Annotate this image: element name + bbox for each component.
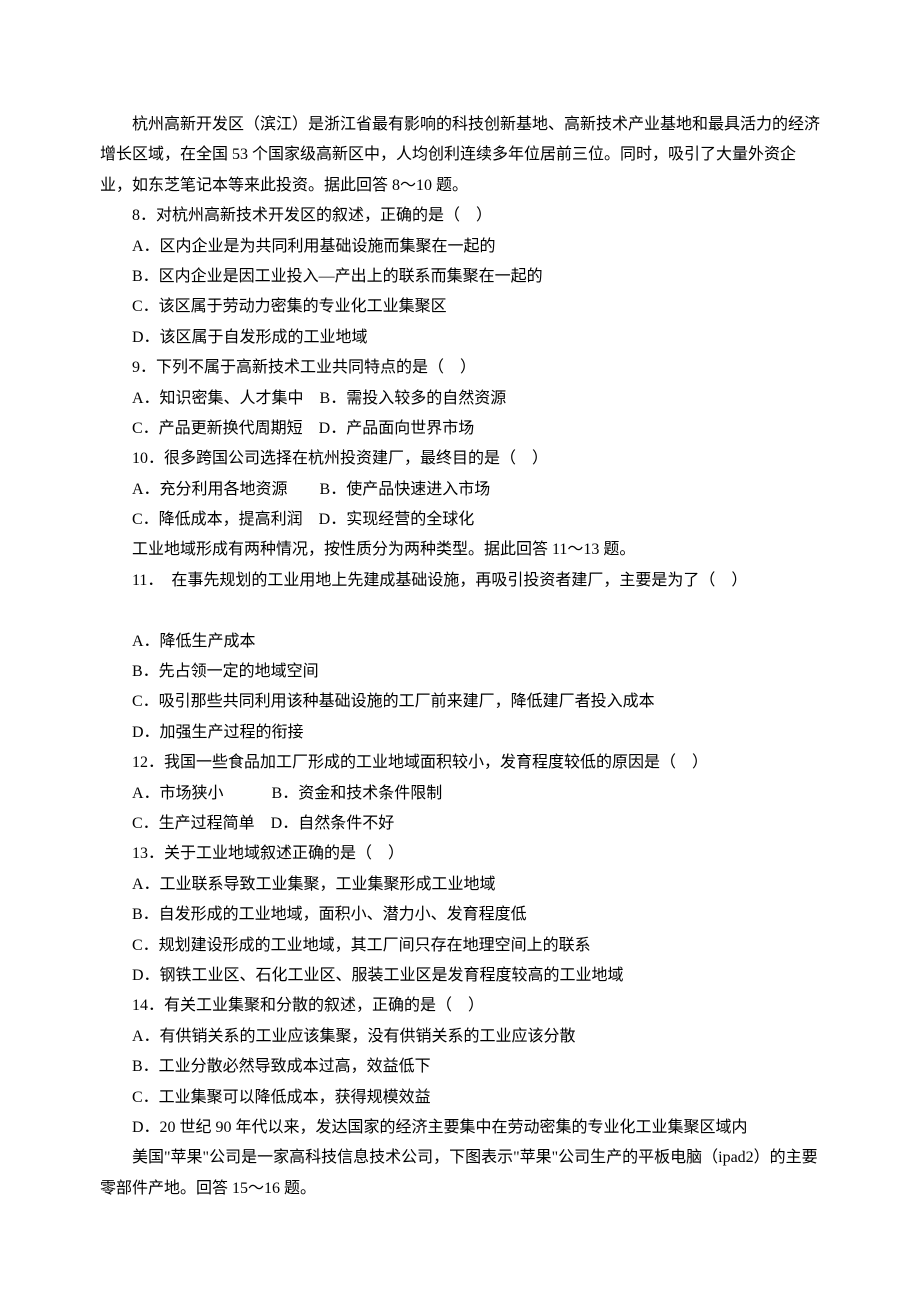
q9-options-ab: A．知识密集、人才集中 B．需投入较多的自然资源 <box>100 384 820 414</box>
q8-option-b: B．区内企业是因工业投入—产出上的联系而集聚在一起的 <box>100 262 820 292</box>
q14-stem: 14．有关工业集聚和分散的叙述，正确的是（ ） <box>100 991 820 1021</box>
intro-passage-1: 杭州高新开发区（滨江）是浙江省最有影响的科技创新基地、高新技术产业基地和最具活力… <box>100 110 820 201</box>
q10-stem: 10．很多跨国公司选择在杭州投资建厂，最终目的是（ ） <box>100 444 820 474</box>
q13-stem: 13．关于工业地域叙述正确的是（ ） <box>100 839 820 869</box>
q9-options-cd: C．产品更新换代周期短 D．产品面向世界市场 <box>100 414 820 444</box>
q14-option-d: D．20 世纪 90 年代以来，发达国家的经济主要集中在劳动密集的专业化工业集聚… <box>100 1113 820 1143</box>
q12-options-ab: A．市场狭小 B．资金和技术条件限制 <box>100 779 820 809</box>
q13-option-b: B．自发形成的工业地域，面积小、潜力小、发育程度低 <box>100 900 820 930</box>
q13-option-a: A．工业联系导致工业集聚，工业集聚形成工业地域 <box>100 870 820 900</box>
q8-option-d: D．该区属于自发形成的工业地域 <box>100 323 820 353</box>
q8-option-c: C．该区属于劳动力密集的专业化工业集聚区 <box>100 292 820 322</box>
intro-passage-3: 美国"苹果"公司是一家高科技信息技术公司，下图表示"苹果"公司生产的平板电脑（i… <box>100 1143 820 1204</box>
q10-options-cd: C．降低成本，提高利润 D．实现经营的全球化 <box>100 505 820 535</box>
q11-option-c: C．吸引那些共同利用该种基础设施的工厂前来建厂，降低建厂者投入成本 <box>100 687 820 717</box>
q13-option-d: D．钢铁工业区、石化工业区、服装工业区是发育程度较高的工业地域 <box>100 961 820 991</box>
q11-option-a: A．降低生产成本 <box>100 627 820 657</box>
q14-option-c: C．工业集聚可以降低成本，获得规模效益 <box>100 1083 820 1113</box>
q8-option-a: A．区内企业是为共同利用基础设施而集聚在一起的 <box>100 232 820 262</box>
q13-option-c: C．规划建设形成的工业地域，其工厂间只存在地理空间上的联系 <box>100 931 820 961</box>
q11-stem: 11． 在事先规划的工业用地上先建成基础设施，再吸引投资者建厂，主要是为了（ ） <box>100 566 820 596</box>
q10-options-ab: A．充分利用各地资源 B．使产品快速进入市场 <box>100 475 820 505</box>
q11-option-b: B．先占领一定的地域空间 <box>100 657 820 687</box>
q14-option-a: A．有供销关系的工业应该集聚，没有供销关系的工业应该分散 <box>100 1022 820 1052</box>
q14-option-b: B．工业分散必然导致成本过高，效益低下 <box>100 1052 820 1082</box>
q12-options-cd: C．生产过程简单 D．自然条件不好 <box>100 809 820 839</box>
q8-stem: 8．对杭州高新技术开发区的叙述，正确的是（ ） <box>100 201 820 231</box>
q11-option-d: D．加强生产过程的衔接 <box>100 718 820 748</box>
q9-stem: 9．下列不属于高新技术工业共同特点的是（ ） <box>100 353 820 383</box>
q12-stem: 12．我国一些食品加工厂形成的工业地域面积较小，发育程度较低的原因是（ ） <box>100 748 820 778</box>
intro-passage-2: 工业地域形成有两种情况，按性质分为两种类型。据此回答 11～13 题。 <box>100 535 820 565</box>
